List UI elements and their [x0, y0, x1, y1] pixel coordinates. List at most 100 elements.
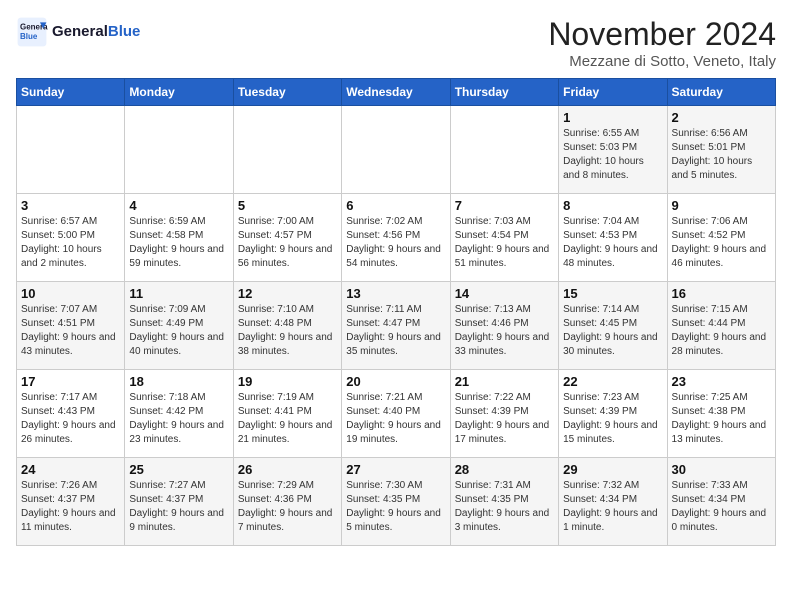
day-info: Sunrise: 6:55 AM Sunset: 5:03 PM Dayligh…	[563, 127, 662, 183]
calendar-cell-w4d1: 17 Sunrise: 7:17 AM Sunset: 4:43 PM Dayli…	[17, 370, 125, 458]
calendar-week-2: 3Sunrise: 6:57 AM Sunset: 5:00 PM Daylig…	[17, 194, 776, 282]
day-number: 27	[346, 462, 445, 477]
day-number: 4	[129, 198, 228, 213]
calendar-cell-w3d1: 10 Sunrise: 7:07 AM Sunset: 4:51 PM Dayli…	[17, 282, 125, 370]
col-monday: Monday	[125, 79, 233, 106]
day-number: 17	[21, 374, 120, 389]
day-number: 6	[346, 198, 445, 213]
calendar-week-5: 24 Sunrise: 7:26 AM Sunset: 4:37 PM Dayli…	[17, 458, 776, 546]
calendar-cell-w4d6: 22 Sunrise: 7:23 AM Sunset: 4:39 PM Dayli…	[559, 370, 667, 458]
header: General Blue General Blue November 2024 M…	[16, 16, 776, 70]
calendar-cell-w2d2: 4 Sunrise: 6:59 AM Sunset: 4:58 PM Daylig…	[125, 194, 233, 282]
day-info: Sunrise: 7:10 AM Sunset: 4:48 PM Dayligh…	[238, 303, 337, 359]
col-saturday: Saturday	[667, 79, 775, 106]
calendar-cell-w3d4: 13Sunrise: 7:11 AM Sunset: 4:47 PM Dayli…	[342, 282, 450, 370]
calendar-cell-w3d5: 14 Sunrise: 7:13 AM Sunset: 4:46 PM Dayli…	[450, 282, 558, 370]
header-row: Sunday Monday Tuesday Wednesday Thursday…	[17, 79, 776, 106]
calendar-cell-w3d7: 16Sunrise: 7:15 AM Sunset: 4:44 PM Dayli…	[667, 282, 775, 370]
day-number: 16	[672, 286, 771, 301]
title-area: November 2024 Mezzane di Sotto, Veneto, …	[548, 16, 776, 70]
day-info: Sunrise: 6:56 AM Sunset: 5:01 PM Dayligh…	[672, 127, 771, 183]
day-info: Sunrise: 7:04 AM Sunset: 4:53 PM Dayligh…	[563, 215, 662, 271]
calendar-cell-w5d4: 27 Sunrise: 7:30 AM Sunset: 4:35 PM Dayli…	[342, 458, 450, 546]
logo-general: General	[52, 23, 108, 40]
calendar-cell-w1d2	[125, 106, 233, 194]
day-info: Sunrise: 7:02 AM Sunset: 4:56 PM Dayligh…	[346, 215, 445, 271]
day-info: Sunrise: 7:00 AM Sunset: 4:57 PM Dayligh…	[238, 215, 337, 271]
day-info: Sunrise: 7:21 AM Sunset: 4:40 PM Dayligh…	[346, 391, 445, 447]
day-info: Sunrise: 7:17 AM Sunset: 4:43 PM Dayligh…	[21, 391, 120, 447]
day-number: 28	[455, 462, 554, 477]
day-number: 18	[129, 374, 228, 389]
calendar-cell-w4d5: 21Sunrise: 7:22 AM Sunset: 4:39 PM Dayli…	[450, 370, 558, 458]
day-number: 23	[672, 374, 771, 389]
day-number: 10	[21, 286, 120, 301]
day-info: Sunrise: 7:26 AM Sunset: 4:37 PM Dayligh…	[21, 479, 120, 535]
day-number: 1	[563, 110, 662, 125]
calendar-cell-w2d3: 5 Sunrise: 7:00 AM Sunset: 4:57 PM Daylig…	[233, 194, 341, 282]
logo: General Blue General Blue	[16, 16, 140, 48]
day-number: 11	[129, 286, 228, 301]
calendar-cell-w2d5: 7Sunrise: 7:03 AM Sunset: 4:54 PM Daylig…	[450, 194, 558, 282]
calendar-week-3: 10 Sunrise: 7:07 AM Sunset: 4:51 PM Dayli…	[17, 282, 776, 370]
calendar-cell-w1d4	[342, 106, 450, 194]
day-number: 20	[346, 374, 445, 389]
day-number: 5	[238, 198, 337, 213]
calendar-cell-w3d3: 12Sunrise: 7:10 AM Sunset: 4:48 PM Dayli…	[233, 282, 341, 370]
calendar-cell-w5d1: 24 Sunrise: 7:26 AM Sunset: 4:37 PM Dayli…	[17, 458, 125, 546]
calendar-header: Sunday Monday Tuesday Wednesday Thursday…	[17, 79, 776, 106]
day-info: Sunrise: 7:30 AM Sunset: 4:35 PM Dayligh…	[346, 479, 445, 535]
day-info: Sunrise: 7:29 AM Sunset: 4:36 PM Dayligh…	[238, 479, 337, 535]
calendar-cell-w1d6: 1 Sunrise: 6:55 AM Sunset: 5:03 PM Daylig…	[559, 106, 667, 194]
col-friday: Friday	[559, 79, 667, 106]
calendar-cell-w5d5: 28 Sunrise: 7:31 AM Sunset: 4:35 PM Dayli…	[450, 458, 558, 546]
calendar-cell-w4d3: 19 Sunrise: 7:19 AM Sunset: 4:41 PM Dayli…	[233, 370, 341, 458]
day-info: Sunrise: 6:59 AM Sunset: 4:58 PM Dayligh…	[129, 215, 228, 271]
day-info: Sunrise: 7:23 AM Sunset: 4:39 PM Dayligh…	[563, 391, 662, 447]
day-info: Sunrise: 7:18 AM Sunset: 4:42 PM Dayligh…	[129, 391, 228, 447]
day-info: Sunrise: 7:13 AM Sunset: 4:46 PM Dayligh…	[455, 303, 554, 359]
location-title: Mezzane di Sotto, Veneto, Italy	[548, 53, 776, 70]
day-info: Sunrise: 7:27 AM Sunset: 4:37 PM Dayligh…	[129, 479, 228, 535]
calendar-week-1: 1 Sunrise: 6:55 AM Sunset: 5:03 PM Daylig…	[17, 106, 776, 194]
calendar-cell-w3d6: 15Sunrise: 7:14 AM Sunset: 4:45 PM Dayli…	[559, 282, 667, 370]
day-info: Sunrise: 7:33 AM Sunset: 4:34 PM Dayligh…	[672, 479, 771, 535]
day-info: Sunrise: 7:19 AM Sunset: 4:41 PM Dayligh…	[238, 391, 337, 447]
calendar-cell-w1d7: 2 Sunrise: 6:56 AM Sunset: 5:01 PM Daylig…	[667, 106, 775, 194]
month-title: November 2024	[548, 16, 776, 53]
day-number: 29	[563, 462, 662, 477]
day-info: Sunrise: 7:22 AM Sunset: 4:39 PM Dayligh…	[455, 391, 554, 447]
calendar-cell-w1d5	[450, 106, 558, 194]
calendar-body: 1 Sunrise: 6:55 AM Sunset: 5:03 PM Daylig…	[17, 106, 776, 546]
calendar-cell-w2d4: 6 Sunrise: 7:02 AM Sunset: 4:56 PM Daylig…	[342, 194, 450, 282]
day-number: 13	[346, 286, 445, 301]
calendar-cell-w4d2: 18 Sunrise: 7:18 AM Sunset: 4:42 PM Dayli…	[125, 370, 233, 458]
calendar-cell-w1d3	[233, 106, 341, 194]
day-number: 24	[21, 462, 120, 477]
logo-icon: General Blue	[16, 16, 48, 48]
day-number: 7	[455, 198, 554, 213]
day-info: Sunrise: 7:25 AM Sunset: 4:38 PM Dayligh…	[672, 391, 771, 447]
day-number: 14	[455, 286, 554, 301]
day-number: 15	[563, 286, 662, 301]
calendar-cell-w5d7: 30 Sunrise: 7:33 AM Sunset: 4:34 PM Dayli…	[667, 458, 775, 546]
day-number: 2	[672, 110, 771, 125]
day-info: Sunrise: 7:31 AM Sunset: 4:35 PM Dayligh…	[455, 479, 554, 535]
col-wednesday: Wednesday	[342, 79, 450, 106]
day-number: 26	[238, 462, 337, 477]
day-number: 22	[563, 374, 662, 389]
day-number: 19	[238, 374, 337, 389]
day-info: Sunrise: 7:06 AM Sunset: 4:52 PM Dayligh…	[672, 215, 771, 271]
day-number: 8	[563, 198, 662, 213]
day-number: 25	[129, 462, 228, 477]
col-thursday: Thursday	[450, 79, 558, 106]
day-number: 30	[672, 462, 771, 477]
calendar-cell-w2d1: 3Sunrise: 6:57 AM Sunset: 5:00 PM Daylig…	[17, 194, 125, 282]
day-info: Sunrise: 7:07 AM Sunset: 4:51 PM Dayligh…	[21, 303, 120, 359]
svg-text:Blue: Blue	[20, 32, 38, 41]
day-number: 3	[21, 198, 120, 213]
col-sunday: Sunday	[17, 79, 125, 106]
calendar-cell-w4d7: 23 Sunrise: 7:25 AM Sunset: 4:38 PM Dayli…	[667, 370, 775, 458]
calendar-week-4: 17 Sunrise: 7:17 AM Sunset: 4:43 PM Dayli…	[17, 370, 776, 458]
day-number: 9	[672, 198, 771, 213]
